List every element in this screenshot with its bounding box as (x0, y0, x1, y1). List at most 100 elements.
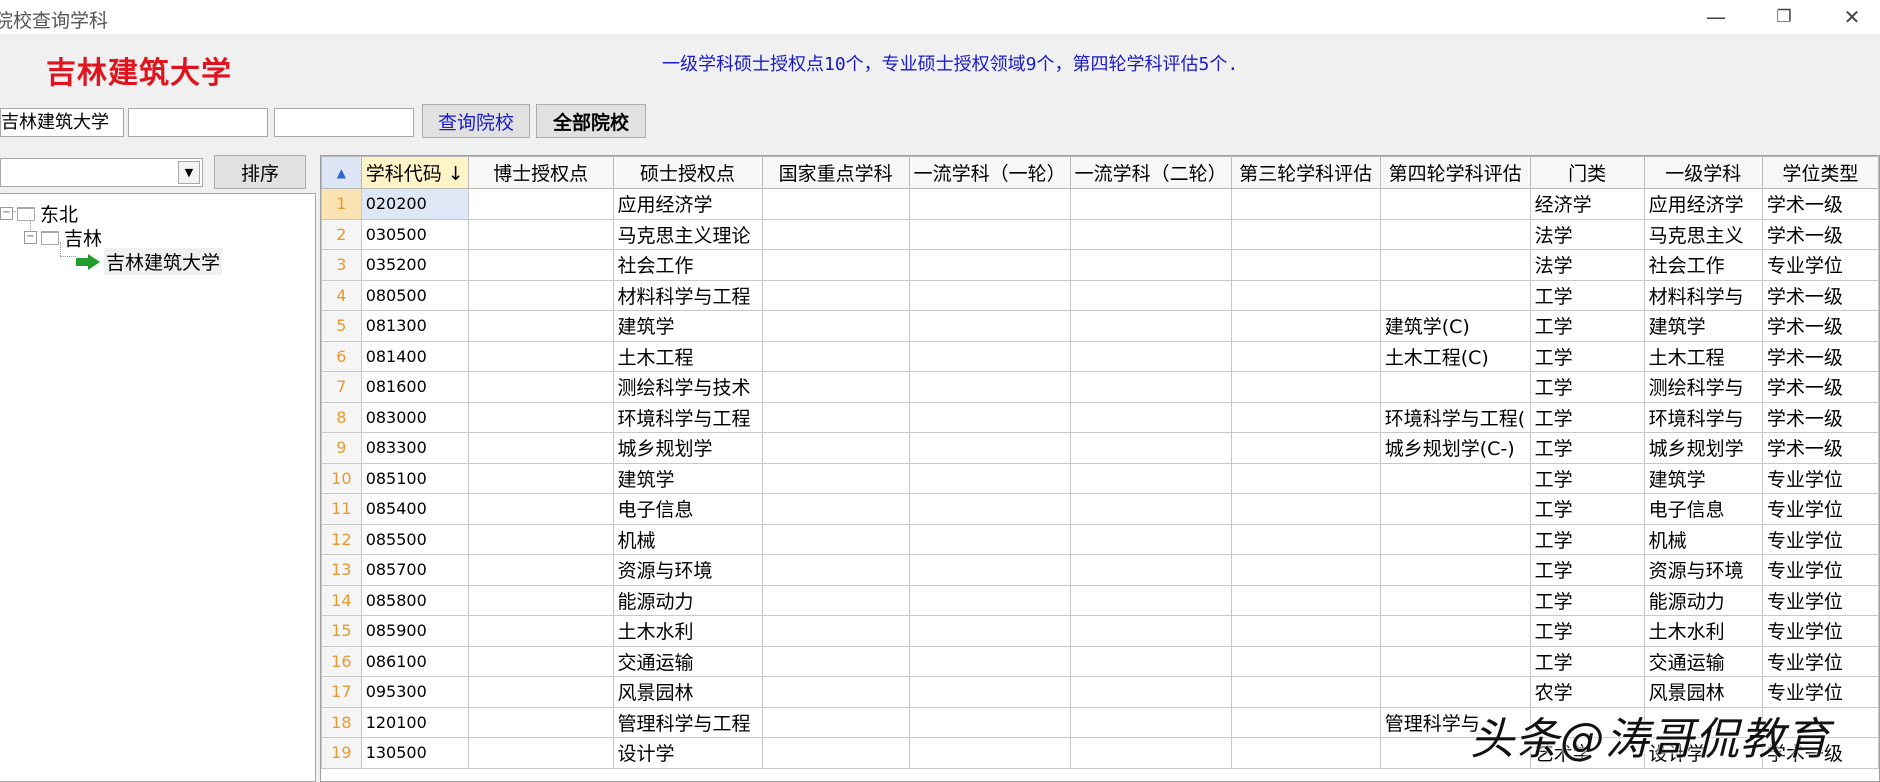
collapse-icon[interactable]: − (0, 207, 13, 220)
cell-code[interactable]: 130500 (360, 737, 469, 769)
cell-code[interactable]: 035200 (360, 249, 469, 281)
cell-e4[interactable] (1379, 371, 1531, 403)
cell-phd[interactable] (467, 584, 614, 616)
cell-first[interactable]: 机械 (1643, 523, 1763, 555)
cell-fc1[interactable] (908, 310, 1071, 342)
cell-key[interactable] (761, 706, 910, 738)
cell-phd[interactable] (467, 279, 614, 311)
cell-first[interactable]: 土木工程 (1643, 340, 1763, 372)
cell-first[interactable]: 能源动力 (1643, 584, 1763, 616)
cell-cat[interactable]: 工学 (1529, 493, 1645, 525)
cell-e3[interactable] (1230, 432, 1381, 464)
school-name-input[interactable]: 吉林建筑大学 (0, 108, 124, 137)
cell-cat[interactable]: 工学 (1529, 432, 1645, 464)
cell-first[interactable]: 马克思主义 (1643, 218, 1763, 250)
cell-type[interactable]: 专业学位 (1761, 249, 1879, 281)
minimize-button[interactable]: — (1688, 0, 1744, 34)
row-number[interactable]: 16 (321, 645, 362, 677)
cell-fc1[interactable] (908, 554, 1071, 586)
cell-phd[interactable] (467, 340, 614, 372)
cell-phd[interactable] (467, 615, 614, 647)
cell-code[interactable]: 081300 (360, 310, 469, 342)
cell-e3[interactable] (1230, 249, 1381, 281)
row-number[interactable]: 13 (321, 554, 362, 586)
cell-fc1[interactable] (908, 645, 1071, 677)
cell-key[interactable] (761, 676, 910, 708)
cell-cat[interactable]: 工学 (1529, 523, 1645, 555)
select-all-corner[interactable]: ▲ (321, 156, 362, 189)
table-row[interactable]: 2 030500 马克思主义理论 法学 马克思主义 学术一级 (321, 218, 1879, 250)
cell-e4[interactable] (1379, 249, 1531, 281)
region-tree[interactable]: − 东北 − 吉林 吉林建筑大学 (0, 193, 316, 782)
cell-cat[interactable]: 工学 (1529, 371, 1645, 403)
column-header[interactable]: 第四轮学科评估 (1379, 156, 1531, 189)
all-schools-button[interactable]: 全部院校 (536, 104, 646, 138)
cell-master[interactable]: 建筑学 (612, 310, 763, 342)
cell-key[interactable] (761, 523, 910, 555)
cell-key[interactable] (761, 371, 910, 403)
tree-node-school[interactable]: 吉林建筑大学 (76, 248, 223, 275)
column-header[interactable]: 学科代码 ↓ (360, 156, 469, 189)
row-number[interactable]: 10 (321, 462, 362, 494)
cell-fc1[interactable] (908, 249, 1071, 281)
row-number[interactable]: 3 (321, 249, 362, 281)
cell-code[interactable]: 085900 (360, 615, 469, 647)
cell-first[interactable]: 交通运输 (1643, 645, 1763, 677)
cell-code[interactable]: 085500 (360, 523, 469, 555)
cell-e4[interactable]: 环境科学与工程( (1379, 401, 1531, 433)
cell-type[interactable]: 学术一级 (1761, 432, 1879, 464)
table-row[interactable]: 14 085800 能源动力 工学 能源动力 专业学位 (321, 584, 1879, 616)
cell-e3[interactable] (1230, 615, 1381, 647)
cell-cat[interactable]: 工学 (1529, 310, 1645, 342)
cell-code[interactable]: 083300 (360, 432, 469, 464)
cell-fc1[interactable] (908, 462, 1071, 494)
row-number[interactable]: 19 (321, 737, 362, 769)
cell-master[interactable]: 应用经济学 (612, 188, 763, 220)
cell-fc2[interactable] (1069, 493, 1232, 525)
row-number[interactable]: 17 (321, 676, 362, 708)
cell-e4[interactable] (1379, 188, 1531, 220)
cell-cat[interactable]: 工学 (1529, 615, 1645, 647)
cell-e3[interactable] (1230, 554, 1381, 586)
cell-first[interactable]: 环境科学与 (1643, 401, 1763, 433)
row-number[interactable]: 5 (321, 310, 362, 342)
cell-cat[interactable]: 工学 (1529, 554, 1645, 586)
column-header[interactable]: 门类 (1529, 156, 1645, 189)
cell-key[interactable] (761, 279, 910, 311)
cell-code[interactable]: 083000 (360, 401, 469, 433)
cell-type[interactable]: 学术一级 (1761, 310, 1879, 342)
table-row[interactable]: 16 086100 交通运输 工学 交通运输 专业学位 (321, 645, 1879, 677)
cell-fc2[interactable] (1069, 615, 1232, 647)
row-number[interactable]: 2 (321, 218, 362, 250)
cell-e3[interactable] (1230, 279, 1381, 311)
cell-e4[interactable] (1379, 584, 1531, 616)
cell-master[interactable]: 材料科学与工程 (612, 279, 763, 311)
cell-phd[interactable] (467, 554, 614, 586)
cell-fc2[interactable] (1069, 676, 1232, 708)
cell-master[interactable]: 测绘科学与技术 (612, 371, 763, 403)
cell-master[interactable]: 能源动力 (612, 584, 763, 616)
cell-code[interactable]: 085700 (360, 554, 469, 586)
cell-key[interactable] (761, 249, 910, 281)
cell-master[interactable]: 城乡规划学 (612, 432, 763, 464)
column-header[interactable]: 学位类型 (1761, 156, 1879, 189)
cell-master[interactable]: 马克思主义理论 (612, 218, 763, 250)
cell-e4[interactable] (1379, 493, 1531, 525)
cell-e3[interactable] (1230, 218, 1381, 250)
cell-fc1[interactable] (908, 584, 1071, 616)
cell-type[interactable]: 专业学位 (1761, 554, 1879, 586)
cell-fc2[interactable] (1069, 310, 1232, 342)
cell-key[interactable] (761, 188, 910, 220)
cell-fc2[interactable] (1069, 279, 1232, 311)
column-header[interactable]: 硕士授权点 (612, 156, 763, 189)
cell-phd[interactable] (467, 737, 614, 769)
cell-key[interactable] (761, 615, 910, 647)
cell-fc1[interactable] (908, 218, 1071, 250)
cell-fc1[interactable] (908, 676, 1071, 708)
cell-type[interactable]: 专业学位 (1761, 645, 1879, 677)
cell-e3[interactable] (1230, 523, 1381, 555)
cell-master[interactable]: 环境科学与工程 (612, 401, 763, 433)
row-number[interactable]: 1 (321, 188, 362, 220)
cell-cat[interactable]: 工学 (1529, 645, 1645, 677)
cell-e3[interactable] (1230, 676, 1381, 708)
